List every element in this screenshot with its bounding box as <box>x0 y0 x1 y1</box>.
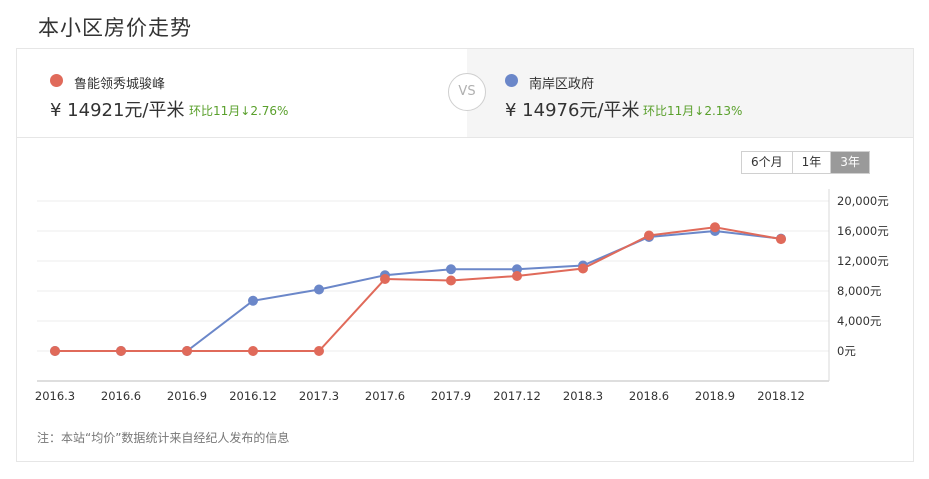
data-point <box>578 263 588 274</box>
data-point <box>248 295 258 306</box>
x-tick-label: 2016.9 <box>167 389 207 403</box>
page-title: 本小区房价走势 <box>38 16 192 40</box>
series-line <box>55 226 782 352</box>
y-tick-label: 12,000元 <box>837 254 889 268</box>
y-tick-label: 4,000元 <box>837 314 882 328</box>
data-point <box>314 284 324 295</box>
data-point <box>116 346 126 356</box>
data-point <box>446 264 456 275</box>
x-tick-label: 2016.12 <box>229 389 277 403</box>
y-tick-label: 20,000元 <box>837 194 889 208</box>
x-tick-label: 2017.6 <box>365 389 405 403</box>
data-point <box>446 275 456 286</box>
data-point <box>182 346 192 356</box>
data-point <box>314 346 324 356</box>
x-tick-label: 2016.3 <box>35 389 75 403</box>
x-tick-label: 2018.9 <box>695 389 735 403</box>
x-tick-label: 2017.12 <box>493 389 541 403</box>
data-point <box>512 271 522 281</box>
y-tick-label: 16,000元 <box>837 224 889 238</box>
data-point <box>776 234 786 245</box>
data-point <box>710 222 720 233</box>
data-point <box>50 346 60 356</box>
x-tick-label: 2018.3 <box>563 389 603 403</box>
x-tick-label: 2018.12 <box>757 389 805 403</box>
data-point <box>644 230 654 241</box>
data-point <box>380 274 390 284</box>
y-tick-label: 0元 <box>837 344 856 358</box>
footnote: 注：本站“均价”数据统计来自经纪人发布的信息 <box>37 431 290 445</box>
x-tick-label: 2018.6 <box>629 389 669 403</box>
x-tick-label: 2017.3 <box>299 389 339 403</box>
price-trend-card: 鲁能领秀城骏峰 ¥ 14921元/平米 环比11月↓2.76% VS 南岸区政府… <box>16 48 914 462</box>
x-tick-label: 2016.6 <box>101 389 141 403</box>
x-tick-label: 2017.9 <box>431 389 471 403</box>
vs-badge: VS <box>448 73 486 111</box>
data-point <box>248 346 258 356</box>
y-tick-label: 8,000元 <box>837 284 882 298</box>
